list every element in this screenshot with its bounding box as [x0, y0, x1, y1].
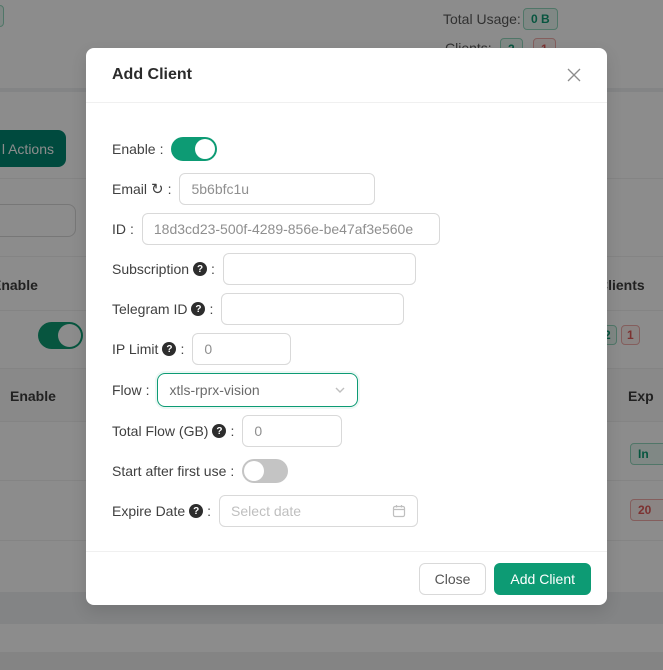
help-icon: ? [162, 342, 176, 356]
add-client-modal: Add Client Enable: Email ↻: [86, 48, 607, 605]
date-placeholder: Select date [231, 503, 301, 519]
colon: : [230, 423, 234, 439]
colon: : [180, 341, 184, 357]
label-text: Start after first use [112, 463, 226, 479]
enable-toggle[interactable] [171, 137, 217, 161]
flow-select[interactable]: xtls-rprx-vision [157, 373, 358, 407]
expire-date-row: Expire Date ?: Select date [112, 495, 583, 527]
colon: : [207, 503, 211, 519]
subscription-label: Subscription ?: [112, 261, 215, 277]
email-row: Email ↻: [112, 173, 583, 205]
ip-limit-field[interactable] [192, 333, 291, 365]
help-icon: ? [191, 302, 205, 316]
help-icon: ? [189, 504, 203, 518]
label-text: Expire Date [112, 503, 185, 519]
toggle-knob [195, 139, 215, 159]
start-after-first-use-toggle[interactable] [242, 459, 288, 483]
start-after-first-use-label: Start after first use: [112, 463, 234, 479]
modal-title: Add Client [112, 66, 192, 84]
label-text: Telegram ID [112, 301, 187, 317]
label-text: Enable [112, 141, 156, 157]
chevron-down-icon [334, 384, 346, 396]
flow-row: Flow: xtls-rprx-vision [112, 373, 583, 407]
colon: : [130, 221, 134, 237]
subscription-row: Subscription ?: [112, 253, 583, 285]
help-icon: ? [193, 262, 207, 276]
colon: : [211, 261, 215, 277]
label-text: Subscription [112, 261, 189, 277]
label-text: Email [112, 181, 147, 197]
enable-label: Enable: [112, 141, 163, 157]
label-text: Total Flow (GB) [112, 423, 208, 439]
ip-limit-row: IP Limit ?: [112, 333, 583, 365]
toggle-knob [244, 461, 264, 481]
email-label: Email ↻: [112, 181, 171, 197]
enable-row: Enable: [112, 133, 583, 165]
calendar-icon [392, 504, 406, 518]
modal-header: Add Client [86, 48, 607, 103]
colon: : [146, 382, 150, 398]
id-label: ID: [112, 221, 134, 237]
telegram-label: Telegram ID ?: [112, 301, 213, 317]
flow-selected-value: xtls-rprx-vision [169, 382, 259, 398]
app-page: Total Usage: 0 B Clients: 2 1 l Actions … [0, 0, 663, 670]
regenerate-email-icon[interactable]: ↻ [151, 182, 164, 197]
uuid-field[interactable] [142, 213, 440, 245]
id-row: ID: [112, 213, 583, 245]
colon: : [160, 141, 164, 157]
close-icon[interactable] [567, 67, 583, 83]
expire-date-label: Expire Date ?: [112, 503, 211, 519]
ip-limit-label: IP Limit ?: [112, 341, 184, 357]
telegram-row: Telegram ID ?: [112, 293, 583, 325]
start-after-first-use-row: Start after first use: [112, 455, 583, 487]
email-field[interactable] [179, 173, 375, 205]
add-client-button[interactable]: Add Client [494, 563, 591, 595]
modal-footer: Close Add Client [86, 551, 607, 605]
help-icon: ? [212, 424, 226, 438]
close-button[interactable]: Close [419, 563, 487, 595]
subscription-field[interactable] [223, 253, 416, 285]
flow-label: Flow: [112, 382, 149, 398]
total-flow-field[interactable] [242, 415, 342, 447]
expire-date-picker[interactable]: Select date [219, 495, 418, 527]
colon: : [230, 463, 234, 479]
colon: : [168, 181, 172, 197]
colon: : [209, 301, 213, 317]
total-flow-label: Total Flow (GB) ?: [112, 423, 234, 439]
total-flow-row: Total Flow (GB) ?: [112, 415, 583, 447]
modal-body: Enable: Email ↻: ID: Subscription [86, 103, 607, 551]
telegram-id-field[interactable] [221, 293, 404, 325]
label-text: Flow [112, 382, 142, 398]
label-text: ID [112, 221, 126, 237]
label-text: IP Limit [112, 341, 158, 357]
